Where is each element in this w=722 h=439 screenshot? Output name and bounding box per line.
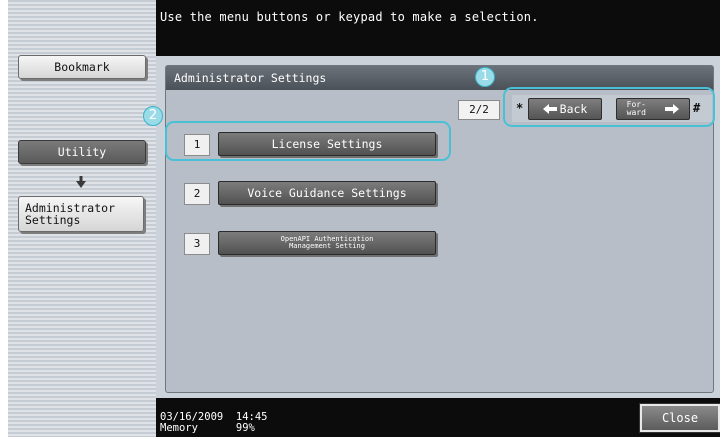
page-indicator: 2/2	[458, 100, 500, 120]
openapi-authentication-button[interactable]: OpenAPI Authentication Management Settin…	[218, 231, 436, 255]
screen: Use the menu buttons or keypad to make a…	[8, 0, 720, 437]
utility-button[interactable]: Utility	[18, 140, 146, 164]
voice-guidance-settings-button[interactable]: Voice Guidance Settings	[218, 181, 436, 205]
openapi-label-line2: Management Setting	[289, 242, 365, 250]
admin-label-line2: Settings	[25, 213, 81, 227]
callout-highlight-nav	[503, 87, 715, 127]
callout-1: 1	[475, 67, 495, 87]
arrow-down-icon	[76, 176, 86, 188]
bookmark-button[interactable]: Bookmark	[18, 55, 146, 79]
callout-2: 2	[143, 106, 163, 126]
menu-item-3-number: 3	[184, 233, 210, 255]
instruction-message: Use the menu buttons or keypad to make a…	[160, 10, 539, 24]
close-button[interactable]: Close	[639, 403, 720, 433]
administrator-settings-button[interactable]: Administrator Settings	[18, 196, 144, 232]
memory-label: Memory	[160, 422, 198, 434]
message-bar	[156, 0, 720, 56]
date-time-memory: 03/16/2009 14:45 Memory 99%	[160, 412, 267, 434]
memory-value: 99%	[235, 422, 255, 434]
menu-item-2-number: 2	[184, 183, 210, 205]
callout-highlight-license	[165, 121, 451, 161]
